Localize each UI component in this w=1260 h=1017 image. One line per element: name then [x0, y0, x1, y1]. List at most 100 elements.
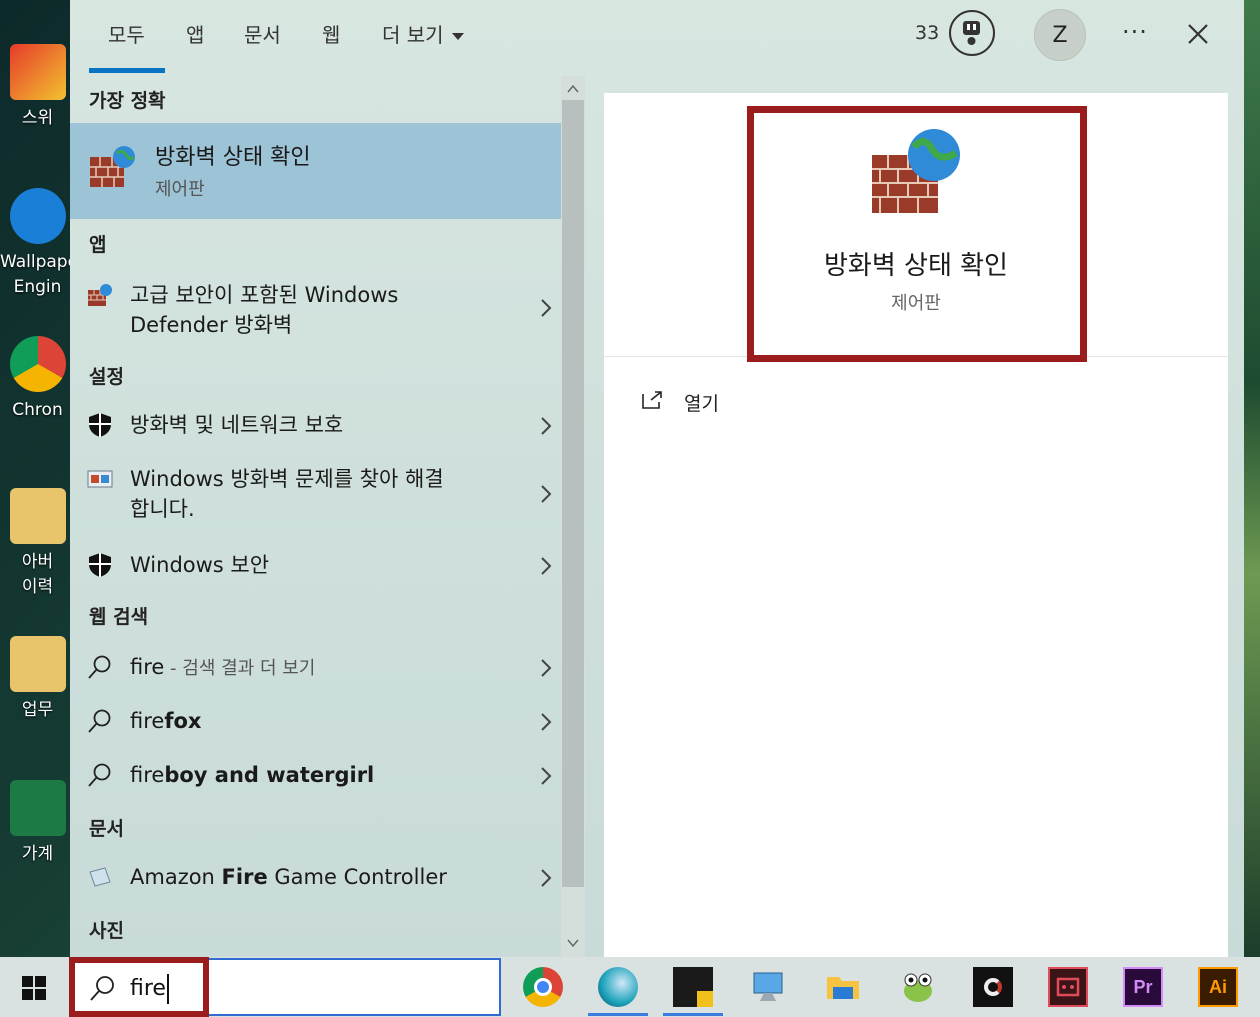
windows-start-icon[interactable] — [22, 976, 46, 1000]
scroll-down-icon[interactable] — [566, 936, 580, 950]
search-tabs-bar: 모두 앱 문서 웹 더 보기 33 Z ··· — [70, 0, 1244, 73]
result-text: fireboy and watergirl — [130, 760, 530, 790]
frog-app-icon[interactable] — [898, 967, 938, 1007]
results-list: 가장 정확 방화벽 상태 확인 제어판 앱 고급 보안이 포함된 Windows… — [70, 76, 561, 957]
separator: - — [164, 658, 183, 679]
query-text: fire — [130, 763, 165, 787]
result-text-line-1: 고급 보안이 포함된 Windows — [130, 283, 399, 307]
folder-icon — [9, 636, 66, 692]
see-more-text: 검색 결과 더 보기 — [182, 658, 316, 679]
best-match-subtitle: 제어판 — [155, 179, 205, 200]
chevron-right-icon[interactable] — [540, 416, 552, 436]
result-item-defender-firewall[interactable]: 고급 보안이 포함된 Windows Defender 방화벽 — [70, 276, 561, 346]
more-options-icon[interactable]: ··· — [1122, 18, 1148, 46]
desktop-icon-label: Wallpaper — [0, 252, 75, 272]
best-match-title: 방화벽 상태 확인 — [155, 145, 311, 170]
avatar[interactable]: Z — [1034, 9, 1086, 61]
desktop-background — [1244, 0, 1260, 957]
result-text: 방화벽 및 네트워크 보호 — [130, 413, 344, 437]
rewards-points: 33 — [915, 22, 940, 44]
chevron-right-icon[interactable] — [540, 556, 552, 576]
scrollbar-thumb[interactable] — [562, 100, 584, 887]
section-documents: 문서 — [89, 818, 124, 840]
doc-name-match: Fire — [221, 865, 268, 889]
chevron-right-icon[interactable] — [540, 868, 552, 888]
scroll-up-icon[interactable] — [566, 82, 580, 96]
result-text: Amazon Fire Game Controller — [130, 862, 530, 892]
troubleshoot-icon — [87, 470, 113, 488]
tab-more[interactable]: 더 보기 — [382, 20, 464, 50]
result-text: Windows 방화벽 문제를 찾아 해결 합니다. — [130, 464, 530, 524]
open-label: 열기 — [684, 393, 719, 415]
desktop-icon-label: 가계 — [21, 844, 54, 864]
sticky-notes-icon[interactable] — [673, 967, 713, 1007]
file-explorer-icon[interactable] — [823, 967, 863, 1007]
chevron-down-icon — [451, 33, 464, 40]
chevron-right-icon[interactable] — [540, 298, 552, 318]
wallpaper-engine-icon — [9, 188, 66, 244]
query-text: fire — [130, 709, 165, 733]
desktop-icon-1[interactable]: 스위 — [0, 44, 75, 131]
desktop-icon-wallpaper-engine[interactable]: Wallpaper Engin — [0, 188, 75, 300]
swirl-app-icon[interactable] — [598, 967, 638, 1007]
running-indicator — [663, 1013, 723, 1016]
highlight-box — [747, 106, 1087, 362]
highlight-box — [69, 957, 209, 1017]
preview-pane: 방화벽 상태 확인 제어판 열기 — [604, 93, 1228, 957]
desktop-icon-folder-2[interactable]: 업무 — [0, 636, 75, 723]
query-text: fire — [130, 655, 165, 679]
completion-text: fox — [164, 709, 202, 733]
tab-all[interactable]: 모두 — [108, 20, 145, 50]
desktop-icon-label: 아버 — [21, 552, 54, 572]
doc-name-part: Game Controller — [267, 865, 447, 889]
chevron-right-icon[interactable] — [540, 766, 552, 786]
result-text: firefox — [130, 706, 530, 736]
tab-apps[interactable]: 앱 — [186, 20, 204, 50]
chrome-icon[interactable] — [523, 967, 563, 1007]
obs-icon[interactable] — [973, 967, 1013, 1007]
web-result-fire[interactable]: fire - 검색 결과 더 보기 — [70, 650, 561, 686]
desktop-icon-chrome[interactable]: Chron — [0, 336, 75, 423]
chevron-right-icon[interactable] — [540, 712, 552, 732]
result-text-line-2: 합니다. — [130, 497, 195, 521]
section-web-search: 웹 검색 — [89, 606, 149, 628]
results-scrollbar[interactable] — [561, 76, 585, 957]
firewall-icon — [90, 146, 136, 187]
web-result-fireboy[interactable]: fireboy and watergirl — [70, 758, 561, 794]
computer-icon[interactable] — [748, 967, 788, 1007]
firewall-icon — [88, 284, 112, 306]
tab-web[interactable]: 웹 — [322, 20, 340, 50]
premiere-pro-icon[interactable]: Pr — [1123, 967, 1163, 1007]
close-icon[interactable] — [1182, 16, 1214, 52]
result-text: fire - 검색 결과 더 보기 — [130, 652, 530, 684]
result-item-firewall-network[interactable]: 방화벽 및 네트워크 보호 — [70, 408, 561, 444]
open-icon — [642, 391, 662, 409]
recorder-app-icon[interactable] — [1048, 967, 1088, 1007]
desktop-icon-label-2: Engin — [13, 277, 62, 297]
section-photos: 사진 — [89, 920, 124, 942]
excel-icon — [9, 780, 66, 836]
result-item-windows-security[interactable]: Windows 보안 — [70, 548, 561, 584]
illustrator-icon[interactable]: Ai — [1198, 967, 1238, 1007]
best-match-item[interactable]: 방화벽 상태 확인 제어판 — [70, 123, 561, 219]
shield-icon — [89, 413, 111, 437]
tab-documents[interactable]: 문서 — [244, 20, 281, 50]
desktop-icon-folder-1[interactable]: 아버 이력 — [0, 488, 75, 600]
desktop-icon-excel[interactable]: 가계 — [0, 780, 75, 867]
tab-more-label: 더 보기 — [382, 23, 444, 47]
trophy-icon[interactable] — [949, 10, 995, 56]
desktop-icon-label: 스위 — [21, 108, 54, 128]
search-icon — [88, 763, 111, 787]
chevron-right-icon[interactable] — [540, 484, 552, 504]
completion-text: boy and watergirl — [164, 763, 375, 787]
section-apps: 앱 — [89, 234, 107, 256]
result-text: Windows 보안 — [130, 553, 270, 577]
chevron-right-icon[interactable] — [540, 658, 552, 678]
app-icon — [9, 44, 66, 100]
doc-result-amazon-fire[interactable]: Amazon Fire Game Controller — [70, 860, 561, 896]
result-item-firewall-troubleshoot[interactable]: Windows 방화벽 문제를 찾아 해결 합니다. — [70, 462, 561, 528]
chrome-icon — [9, 336, 66, 392]
shield-icon — [89, 553, 111, 577]
web-result-firefox[interactable]: firefox — [70, 704, 561, 740]
search-icon — [88, 709, 111, 733]
